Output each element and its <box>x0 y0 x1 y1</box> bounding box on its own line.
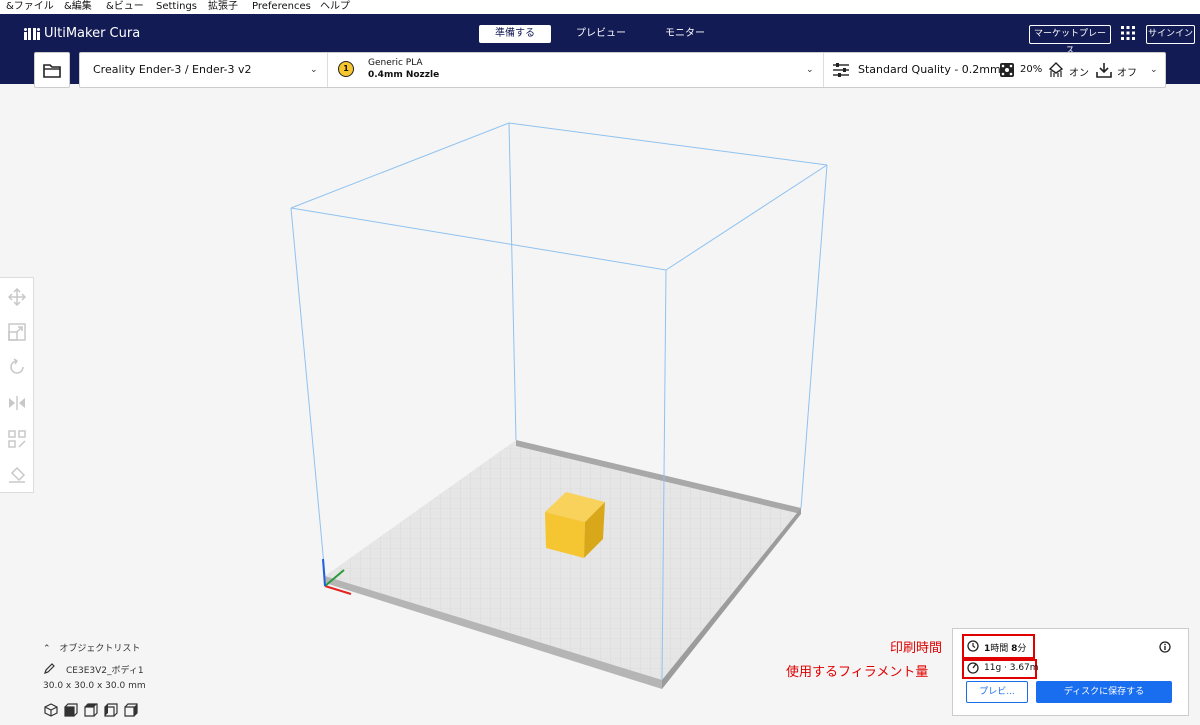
menu-settings[interactable]: Settings <box>156 0 197 14</box>
annotation-filament: 使用するフィラメント量 <box>786 665 929 680</box>
material-name: Generic PLA <box>368 58 423 68</box>
view-left-icon[interactable] <box>104 703 118 717</box>
menu-extensions[interactable]: 拡張子 <box>208 0 238 14</box>
menu-help[interactable]: ヘルプ <box>320 0 350 14</box>
object-list-label: オブジェクトリスト <box>59 644 141 654</box>
tab-preview[interactable]: プレビュー <box>567 25 635 43</box>
folder-icon <box>43 63 61 78</box>
filament-usage-value: 11g · 3.67m <box>984 663 1039 673</box>
z-axis <box>322 558 326 587</box>
move-tool-icon[interactable] <box>8 288 26 306</box>
quality-sliders-icon <box>833 63 849 77</box>
view-front-icon[interactable] <box>64 703 78 717</box>
camera-view-buttons <box>44 703 138 717</box>
clock-icon <box>967 640 979 652</box>
filament-icon <box>967 662 979 674</box>
tab-monitor[interactable]: モニター <box>652 25 718 43</box>
object-name: CE3E3V2_ボディ1 <box>66 666 144 676</box>
view-3d-icon[interactable] <box>44 703 58 717</box>
support-icon <box>1048 62 1064 77</box>
signin-button[interactable]: サインイン <box>1146 25 1195 44</box>
view-top-icon[interactable] <box>84 703 98 717</box>
print-time-minutes-unit: 分 <box>1017 644 1027 654</box>
tool-panel <box>0 277 34 493</box>
ultimaker-logo-icon <box>24 28 40 40</box>
object-dimensions: 30.0 x 30.0 x 30.0 mm <box>43 681 146 691</box>
menu-file[interactable]: &ファイル <box>6 0 54 14</box>
annotation-print-time: 印刷時間 <box>890 641 943 656</box>
adhesion-icon <box>1096 63 1112 78</box>
rotate-tool-icon[interactable] <box>8 358 26 376</box>
chevron-down-icon: ⌄ <box>806 65 814 75</box>
chevron-up-icon: ⌃ <box>43 644 51 654</box>
chevron-down-icon: ⌄ <box>1150 65 1158 75</box>
menu-view[interactable]: &ビュー <box>106 0 144 14</box>
quality-profile-label: Standard Quality - 0.2mm <box>858 63 1001 76</box>
apps-grid-icon[interactable] <box>1121 26 1135 40</box>
scale-tool-icon[interactable] <box>8 323 26 341</box>
preview-button[interactable]: プレビ... <box>966 681 1028 703</box>
extruder-badge: 1 <box>338 61 354 77</box>
edit-icon[interactable] <box>44 663 55 674</box>
mirror-tool-icon[interactable] <box>8 394 26 412</box>
tab-prepare[interactable]: 準備する <box>479 25 551 43</box>
infill-icon <box>1000 63 1014 77</box>
per-model-settings-icon[interactable] <box>8 430 26 448</box>
app-title: UltiMaker Cura <box>44 26 141 41</box>
open-file-button[interactable] <box>34 52 70 88</box>
printer-selector[interactable]: Creality Ender-3 / Ender-3 v2 ⌄ <box>80 53 327 87</box>
nozzle-name: 0.4mm Nozzle <box>368 70 440 80</box>
printer-name: Creality Ender-3 / Ender-3 v2 <box>93 63 252 76</box>
app-logo: UltiMaker Cura <box>24 27 140 41</box>
info-icon[interactable] <box>1159 641 1171 653</box>
chevron-down-icon: ⌄ <box>310 65 318 75</box>
support-value: オン <box>1069 68 1089 79</box>
menu-bar: &ファイル &編集 &ビュー Settings 拡張子 Preferences … <box>0 0 1200 14</box>
print-time-hours-unit: 時間 <box>990 644 1009 654</box>
support-blocker-icon[interactable] <box>8 466 26 484</box>
adhesion-value: オフ <box>1117 68 1137 79</box>
marketplace-button[interactable]: マーケットプレース <box>1029 25 1111 56</box>
view-right-icon[interactable] <box>124 703 138 717</box>
menu-edit[interactable]: &編集 <box>64 0 92 14</box>
menu-preferences[interactable]: Preferences <box>252 0 311 14</box>
object-list-toggle[interactable]: ⌃ オブジェクトリスト <box>43 641 140 654</box>
infill-value: 20% <box>1020 64 1043 75</box>
print-time-value: 1時間 8分 <box>984 641 1026 654</box>
save-to-disk-button[interactable]: ディスクに保存する <box>1036 681 1172 703</box>
machine-material-quality-bar: Creality Ender-3 / Ender-3 v2 ⌄ 1 Generi… <box>79 52 1166 88</box>
